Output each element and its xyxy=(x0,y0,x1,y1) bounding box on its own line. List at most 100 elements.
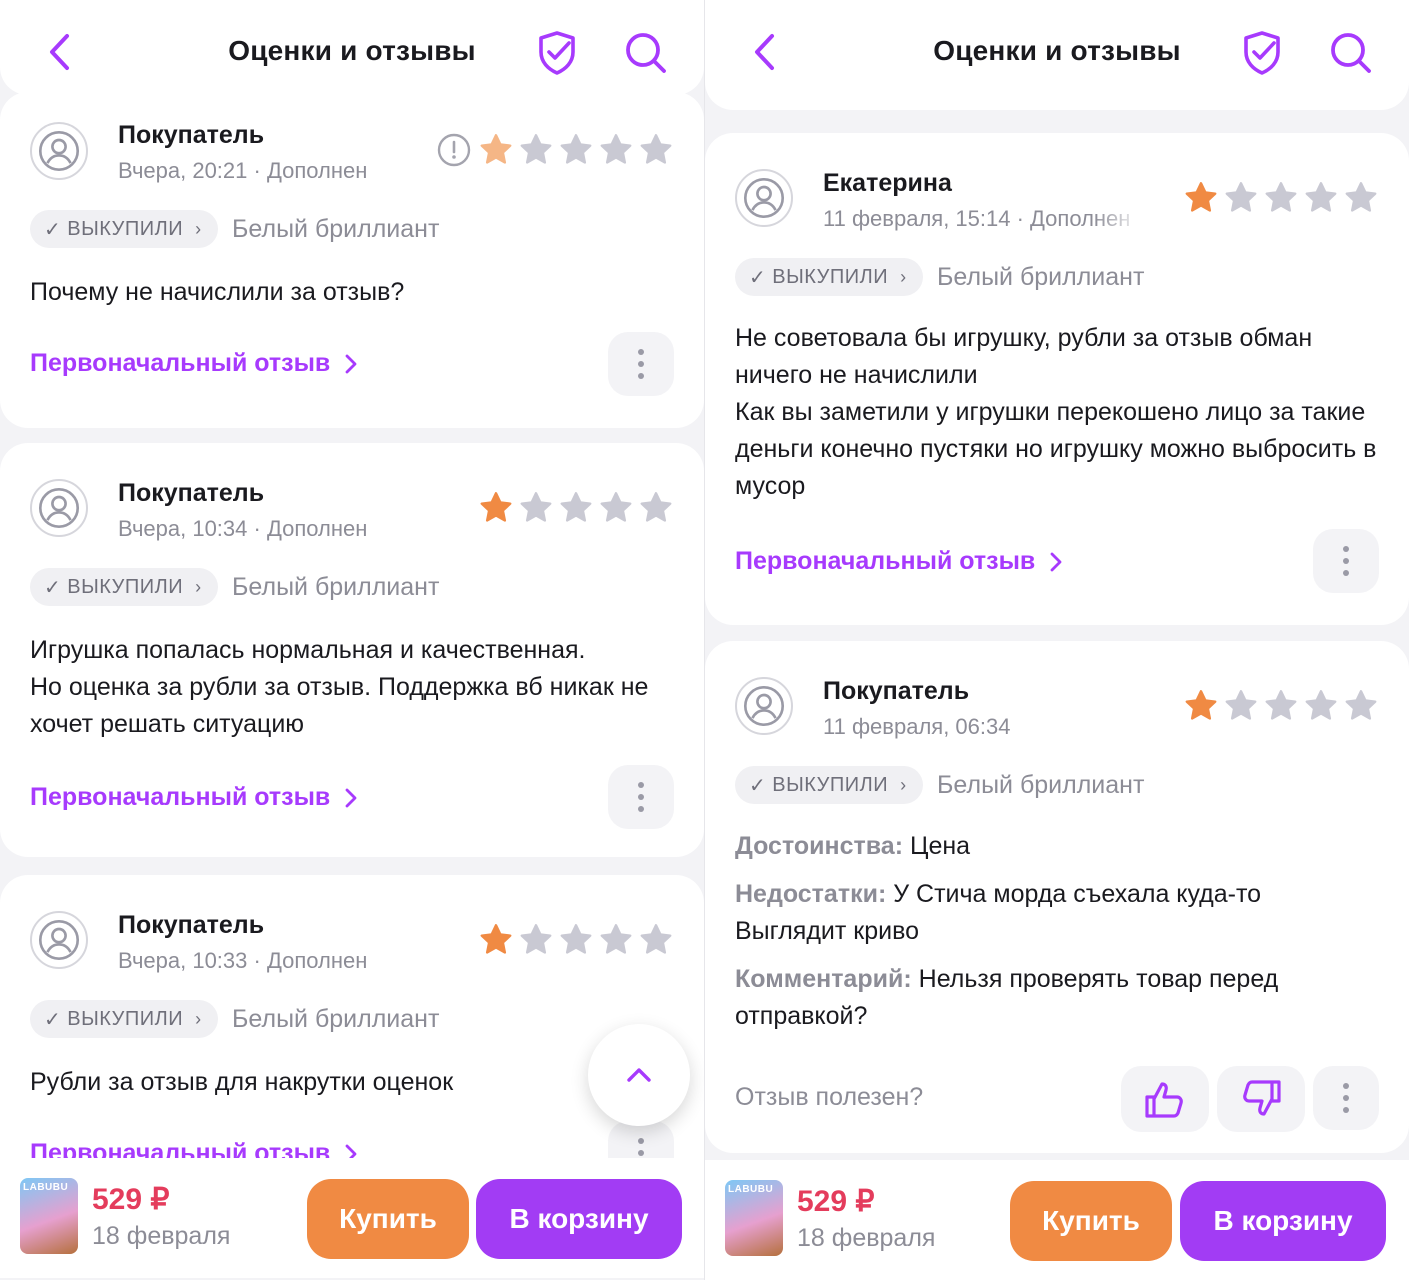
purchased-badge[interactable]: ✓ ВЫКУПИЛИ › xyxy=(735,766,923,804)
badge-label: ВЫКУПИЛИ xyxy=(67,217,184,240)
search-icon xyxy=(626,33,666,73)
review-card: Покупатель Вчера, 10:34 · Дополнен ✓ ВЫКУ… xyxy=(0,443,704,857)
chevron-right-icon: › xyxy=(195,576,202,597)
star-empty-icon xyxy=(518,490,554,526)
bottom-purchase-bar: LABUBU 529 ₽ 18 февраля Купить В корзину xyxy=(0,1158,704,1278)
rating-stars xyxy=(1183,180,1379,216)
review-date: Вчера, 10:34 · Дополнен xyxy=(118,516,368,541)
chevron-up-icon xyxy=(627,1068,651,1082)
pros-label: Достоинства: xyxy=(735,832,904,860)
more-vertical-icon xyxy=(638,349,644,379)
warning-icon[interactable] xyxy=(437,133,471,167)
star-empty-icon xyxy=(1223,180,1259,216)
star-empty-icon xyxy=(1223,688,1259,724)
avatar xyxy=(30,122,88,180)
cons-label: Недостатки: xyxy=(735,880,887,908)
purchased-badge[interactable]: ✓ ВЫКУПИЛИ › xyxy=(30,1000,218,1038)
buy-button[interactable]: Купить xyxy=(307,1179,469,1259)
add-to-cart-button[interactable]: В корзину xyxy=(476,1179,682,1259)
scroll-to-top-button[interactable] xyxy=(588,1024,690,1126)
review-text: Почему не начислили за отзыв? xyxy=(30,278,405,306)
review-author: Покупатель xyxy=(118,911,265,939)
star-empty-icon xyxy=(1343,688,1379,724)
more-options-button[interactable] xyxy=(1313,529,1379,593)
review-author: Екатерина xyxy=(823,169,952,197)
product-variant: Белый бриллиант xyxy=(232,1005,440,1033)
thumbnail-brand: LABUBU xyxy=(23,1182,69,1193)
product-thumbnail[interactable]: LABUBU xyxy=(20,1178,78,1254)
star-filled-icon xyxy=(1183,688,1219,724)
review-text: Не советовала бы игрушку, рубли за отзыв… xyxy=(735,324,1377,500)
check-icon: ✓ xyxy=(44,576,62,599)
buy-button[interactable]: Купить xyxy=(1010,1181,1172,1261)
original-review-link[interactable]: Первоначальный отзыв xyxy=(30,349,358,378)
more-options-button[interactable] xyxy=(1313,1066,1379,1130)
rating-stars xyxy=(478,132,674,168)
star-empty-icon xyxy=(558,132,594,168)
review-date: 11 февраля, 06:34 xyxy=(823,714,1011,739)
original-review-link[interactable]: Первоначальный отзыв xyxy=(735,547,1063,576)
purchased-badge[interactable]: ✓ ВЫКУПИЛИ › xyxy=(30,210,218,248)
product-variant: Белый бриллиант xyxy=(232,215,440,243)
delivery-date: 18 февраля xyxy=(797,1224,936,1252)
star-empty-icon xyxy=(598,490,634,526)
avatar xyxy=(735,169,793,227)
helpful-question: Отзыв полезен? xyxy=(735,1083,924,1111)
verified-filter-button[interactable] xyxy=(1240,30,1284,76)
star-empty-icon xyxy=(638,922,674,958)
purchased-badge[interactable]: ✓ ВЫКУПИЛИ › xyxy=(30,568,218,606)
check-icon: ✓ xyxy=(749,266,767,289)
left-screen: Оценки и отзывы Покупатель Вчера, 20:21 … xyxy=(0,0,704,1280)
page-title: Оценки и отзывы xyxy=(933,35,1181,66)
search-icon xyxy=(1331,33,1371,73)
review-text: Игрушка попалась нормальная и качественн… xyxy=(30,636,649,738)
review-card: Екатерина 11 февраля, 15:14 · Дополнен ✓… xyxy=(705,133,1409,625)
chevron-right-icon xyxy=(345,354,357,373)
search-button[interactable] xyxy=(623,30,669,76)
star-empty-icon xyxy=(598,922,634,958)
original-review-label: Первоначальный отзыв xyxy=(735,547,1036,575)
avatar xyxy=(30,479,88,537)
star-empty-icon xyxy=(1343,180,1379,216)
chevron-right-icon xyxy=(345,788,357,807)
more-vertical-icon xyxy=(1343,1083,1349,1113)
product-price: 529 ₽ xyxy=(92,1183,170,1216)
user-icon xyxy=(37,918,81,962)
search-button[interactable] xyxy=(1328,30,1374,76)
product-thumbnail[interactable]: LABUBU xyxy=(725,1180,783,1256)
product-variant: Белый бриллиант xyxy=(937,771,1145,799)
review-pros: Достоинства: Цена xyxy=(735,828,1379,865)
avatar xyxy=(30,911,88,969)
like-button[interactable] xyxy=(1121,1066,1209,1132)
shield-check-icon xyxy=(1244,31,1280,75)
review-card: Покупатель Вчера, 20:21 · Дополнен ✓ ВЫКУ… xyxy=(0,92,704,428)
chevron-right-icon: › xyxy=(195,1008,202,1029)
dislike-button[interactable] xyxy=(1217,1066,1305,1132)
verified-filter-button[interactable] xyxy=(535,30,579,76)
header: Оценки и отзывы xyxy=(0,0,704,95)
review-date: Вчера, 10:33 · Дополнен xyxy=(118,948,368,973)
review-comment: Комментарий: Нельзя проверять товар пере… xyxy=(735,961,1379,1035)
badge-label: ВЫКУПИЛИ xyxy=(67,575,184,598)
delivery-date: 18 февраля xyxy=(92,1222,231,1250)
star-empty-icon xyxy=(1263,688,1299,724)
check-icon: ✓ xyxy=(749,774,767,797)
purchased-badge[interactable]: ✓ ВЫКУПИЛИ › xyxy=(735,258,923,296)
original-review-link[interactable]: Первоначальный отзыв xyxy=(30,783,358,812)
star-empty-icon xyxy=(558,922,594,958)
check-icon: ✓ xyxy=(44,218,62,241)
shield-check-icon xyxy=(539,31,575,75)
more-options-button[interactable] xyxy=(608,765,674,829)
more-vertical-icon xyxy=(638,782,644,812)
star-filled-icon xyxy=(478,922,514,958)
page-title: Оценки и отзывы xyxy=(228,35,476,66)
chevron-right-icon: › xyxy=(900,774,907,795)
comment-label: Комментарий: xyxy=(735,965,912,993)
user-icon xyxy=(37,486,81,530)
right-screen: Оценки и отзывы Екатерина 11 февраля, 15… xyxy=(705,0,1409,1280)
add-to-cart-button[interactable]: В корзину xyxy=(1180,1181,1386,1261)
more-options-button[interactable] xyxy=(608,332,674,396)
star-empty-icon xyxy=(1303,688,1339,724)
star-filled-icon xyxy=(1183,180,1219,216)
star-empty-icon xyxy=(1303,180,1339,216)
